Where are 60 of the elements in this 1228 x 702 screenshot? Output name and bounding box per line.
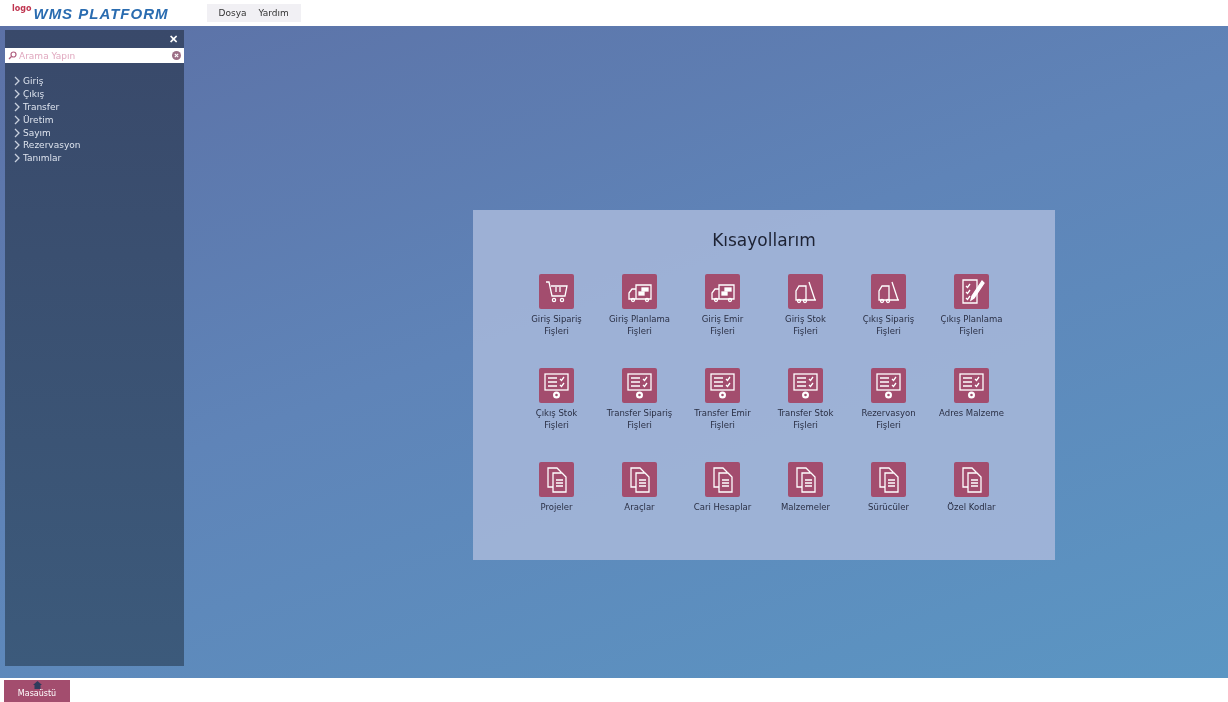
cart-icon[interactable] <box>539 274 574 309</box>
chevron-icon <box>14 153 20 164</box>
shortcut-label[interactable]: Çıkış Planlama Fişleri <box>938 313 1005 337</box>
document-icon[interactable] <box>622 462 657 497</box>
shortcut-label[interactable]: Transfer Emir Fişleri <box>689 407 756 431</box>
shortcut-label[interactable]: Cari Hesaplar <box>689 501 756 513</box>
tree-item[interactable]: Giriş <box>14 75 184 88</box>
shortcut-label[interactable]: Çıkış Stok Fişleri <box>523 407 590 431</box>
shortcut-label[interactable]: Transfer Sipariş Fişleri <box>606 407 673 431</box>
shortcut-label[interactable]: Çıkış Sipariş Fişleri <box>855 313 922 337</box>
logo: WMS PLATFORM <box>33 4 169 22</box>
logo-prefix: logo <box>12 4 32 13</box>
taskbar-button[interactable]: Masaüstü <box>4 680 70 702</box>
tree-item[interactable]: Transfer <box>14 100 184 114</box>
chevron-icon <box>14 89 20 100</box>
panel-title: Kısayollarım <box>712 230 816 250</box>
forklift-icon[interactable] <box>871 274 906 309</box>
report-icon[interactable] <box>788 368 823 403</box>
document-icon[interactable] <box>871 462 906 497</box>
tree-item[interactable]: Rezervasyon <box>14 139 184 152</box>
chevron-icon <box>14 114 20 125</box>
close-button[interactable]: ✕ <box>169 32 178 46</box>
shortcut-label[interactable]: Transfer Stok Fişleri <box>772 407 839 431</box>
chevron-icon <box>14 76 20 87</box>
shortcut-label[interactable]: Adres Malzeme <box>938 407 1005 419</box>
shortcut-label[interactable]: Giriş Stok Fişleri <box>772 313 839 337</box>
truck-icon[interactable] <box>622 274 657 309</box>
forklift-icon[interactable] <box>788 274 823 309</box>
checklist-icon[interactable] <box>954 274 989 309</box>
tree-item[interactable]: Çıkış <box>14 87 184 101</box>
shortcut-label[interactable]: Giriş Planlama Fişleri <box>606 313 673 337</box>
report-icon[interactable] <box>622 368 657 403</box>
tree-item[interactable]: Sayım <box>14 126 184 139</box>
tree-item[interactable]: Tanımlar <box>14 151 184 165</box>
document-icon[interactable] <box>788 462 823 497</box>
shortcut-label[interactable]: Giriş Sipariş Fişleri <box>523 313 590 337</box>
shortcut-label[interactable]: Özel Kodlar <box>938 501 1005 513</box>
report-icon[interactable] <box>705 368 740 403</box>
home-icon <box>32 681 42 689</box>
document-icon[interactable] <box>954 462 989 497</box>
clear-icon[interactable] <box>172 51 181 60</box>
menu-item[interactable]: Yardım <box>252 6 295 20</box>
chevron-icon <box>14 102 20 112</box>
search-field[interactable]: Arama Yapın <box>5 48 184 63</box>
shortcut-label[interactable]: Giriş Emir Fişleri <box>689 313 756 337</box>
document-icon[interactable] <box>539 462 574 497</box>
shortcut-label[interactable]: Malzemeler <box>772 501 839 513</box>
report-icon[interactable] <box>871 368 906 403</box>
document-icon[interactable] <box>705 462 740 497</box>
chevron-icon <box>14 127 20 138</box>
menu-item[interactable]: Dosya <box>212 6 253 20</box>
shortcut-label[interactable]: Sürücüler <box>855 501 922 513</box>
shortcut-label[interactable]: Rezervasyon Fişleri <box>855 407 922 431</box>
shortcut-label[interactable]: Araçlar <box>606 501 673 513</box>
truck-icon[interactable] <box>705 274 740 309</box>
shortcut-label[interactable]: Projeler <box>523 501 590 513</box>
report-icon[interactable] <box>954 368 989 403</box>
tree-item[interactable]: Üretim <box>14 113 184 127</box>
chevron-icon <box>14 140 20 151</box>
report-icon[interactable] <box>539 368 574 403</box>
